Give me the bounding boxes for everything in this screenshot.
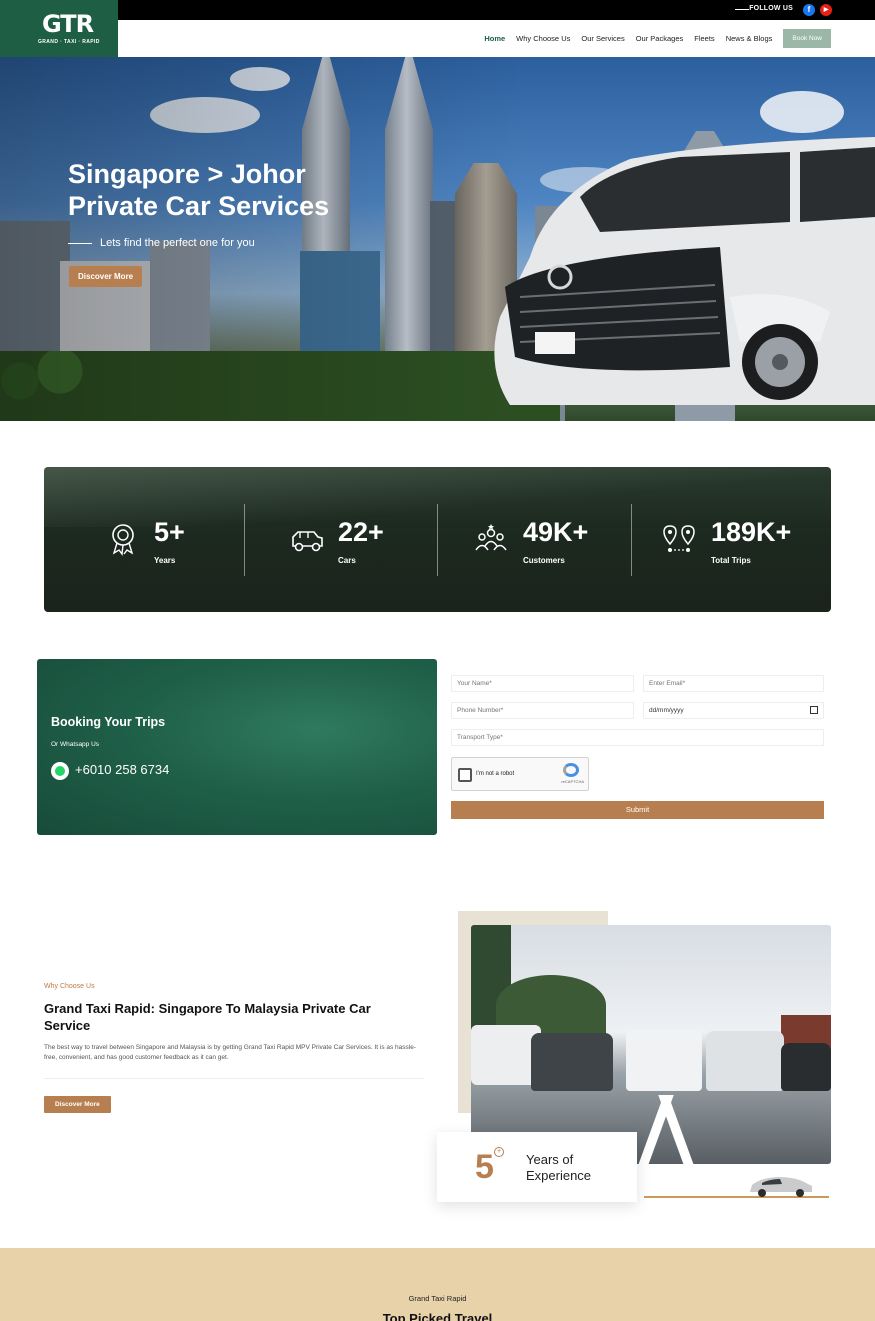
why-kicker: Why Choose Us <box>44 983 95 990</box>
logo-mark: GTR <box>42 10 94 38</box>
hero-discover-more-button[interactable]: Discover More <box>69 266 143 287</box>
youtube-icon[interactable]: ▶ <box>820 4 832 16</box>
recaptcha-label: I'm not a robot <box>476 771 515 777</box>
date-input-text: dd/mm/yyyy <box>649 707 684 714</box>
why-title: Grand Taxi Rapid: Singapore To Malaysia … <box>44 1001 371 1033</box>
stat-years-value: 5+ <box>154 517 185 547</box>
nav-why-choose-us[interactable]: Why Choose Us <box>516 34 570 43</box>
bottom-title: Top Picked Travel <box>382 1311 493 1321</box>
phone-input[interactable] <box>451 702 634 719</box>
jeep-icon <box>292 531 323 552</box>
nav-fleets[interactable]: Fleets <box>694 34 714 43</box>
van <box>531 1033 613 1091</box>
bottom-kicker: Grand Taxi Rapid <box>408 1294 467 1303</box>
recaptcha-checkbox[interactable] <box>458 768 472 782</box>
main-header: Home Why Choose Us Our Services Our Pack… <box>0 20 875 57</box>
fleet-road-photo <box>471 925 831 1164</box>
stat-total-trips: 189K+ Total Trips <box>662 467 822 612</box>
nav-our-services[interactable]: Our Services <box>581 34 624 43</box>
van <box>706 1031 784 1091</box>
small-car-icon <box>750 1177 812 1197</box>
hero-banner: Singapore > Johor Private Car Services L… <box>0 57 875 421</box>
booking-card: Booking Your Trips Or Whatsapp Us +6010 … <box>37 659 437 835</box>
stat-cars: 22+ Cars <box>290 467 440 612</box>
submit-button[interactable]: Submit <box>451 801 824 819</box>
stat-cars-value: 22+ <box>338 517 384 547</box>
nav-our-packages[interactable]: Our Packages <box>636 34 684 43</box>
follow-us-label: FOLLOW US <box>749 5 793 12</box>
experience-card: 5 + Years of Experience <box>437 1132 637 1202</box>
facebook-icon[interactable]: f <box>803 4 815 16</box>
book-now-button[interactable]: Book Now <box>783 29 831 48</box>
main-nav: Home Why Choose Us Our Services Our Pack… <box>484 29 831 48</box>
van <box>781 1043 831 1091</box>
why-discover-more-button[interactable]: Discover More <box>44 1096 111 1113</box>
recaptcha-brand: reCAPTCHA <box>561 779 584 784</box>
white-mpv-car-image <box>494 137 875 405</box>
booking-whatsapp-note: Or Whatsapp Us <box>51 741 100 748</box>
booking-phone-number[interactable]: +6010 258 6734 <box>75 762 169 777</box>
why-divider <box>44 1078 424 1079</box>
award-icon <box>112 524 134 556</box>
follow-divider <box>735 9 749 10</box>
van <box>626 1029 702 1091</box>
stats-panel: 5+ Years 22+ Cars 49K+ Customers 189K+ T… <box>44 467 831 612</box>
recaptcha-icon <box>563 763 579 777</box>
top-picked-section: Grand Taxi Rapid Top Picked Travel <box>0 1248 875 1321</box>
hero-title: Singapore > Johor Private Car Services <box>68 159 330 221</box>
name-input[interactable] <box>451 675 634 692</box>
stat-years: 5+ Years <box>108 467 258 612</box>
stat-customers-label: Customers <box>523 556 565 565</box>
experience-text: Years of Experience <box>526 1152 592 1183</box>
transport-type-input[interactable] <box>451 729 824 746</box>
stat-years-label: Years <box>154 556 176 565</box>
experience-plus: + <box>494 1147 504 1157</box>
logo-subtitle: GRAND · TAXI · RAPID <box>38 39 100 45</box>
date-input[interactable]: dd/mm/yyyy <box>643 702 824 719</box>
stat-trips-value: 189K+ <box>711 517 792 547</box>
hero-subtitle-line <box>68 243 92 244</box>
stat-cars-label: Cars <box>338 556 356 565</box>
stat-customers: 49K+ Customers <box>474 467 634 612</box>
customers-icon <box>475 524 507 551</box>
experience-number: 5 <box>475 1148 494 1186</box>
stat-customers-value: 49K+ <box>523 517 589 547</box>
booking-title: Booking Your Trips <box>51 715 166 729</box>
nav-news-blogs[interactable]: News & Blogs <box>726 34 773 43</box>
top-bar: FOLLOW US f ▶ <box>0 0 875 20</box>
hero-subtitle: Lets find the perfect one for you <box>100 237 255 249</box>
recaptcha-widget: I'm not a robot reCAPTCHA <box>451 757 589 791</box>
whatsapp-icon[interactable] <box>51 762 69 780</box>
nav-home[interactable]: Home <box>484 34 505 43</box>
email-input[interactable] <box>643 675 824 692</box>
site-logo[interactable]: GTR GRAND · TAXI · RAPID <box>0 0 118 57</box>
route-pins-icon <box>663 525 695 552</box>
calendar-icon[interactable] <box>810 706 818 714</box>
stat-trips-label: Total Trips <box>711 556 751 565</box>
why-description: The best way to travel between Singapore… <box>44 1044 417 1061</box>
